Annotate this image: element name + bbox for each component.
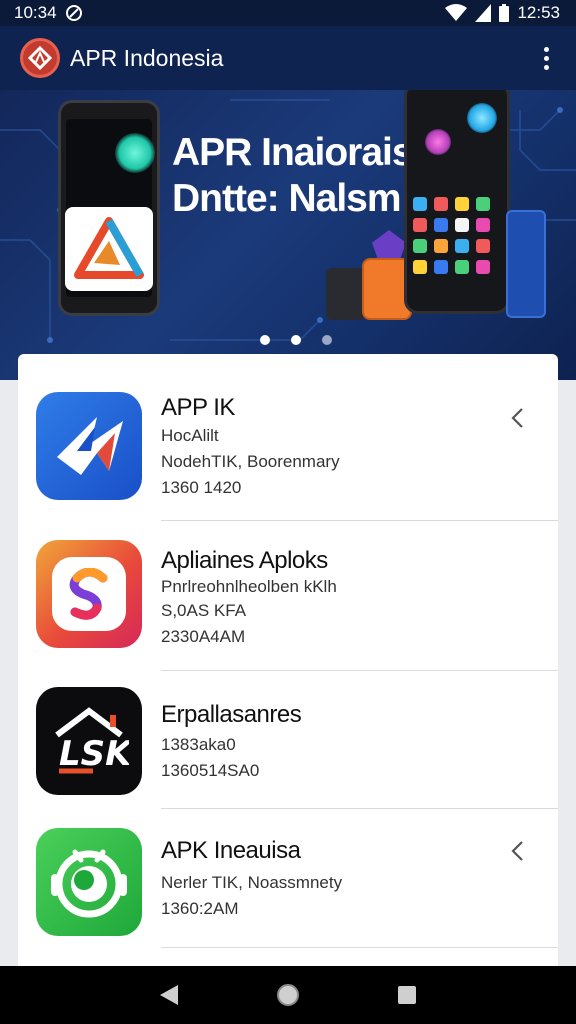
list-item[interactable]: APK Ineauisa Nerler TIK, Noassmnety 1360… — [18, 809, 558, 948]
home-button[interactable] — [273, 980, 303, 1010]
carousel-dot[interactable] — [260, 335, 270, 345]
app-detail-line1: HocAlilt — [161, 426, 219, 445]
overflow-dot — [543, 46, 549, 52]
app-detail-line3: 1360 1420 — [161, 478, 242, 497]
overflow-dot — [543, 64, 549, 70]
app-title: APR Indonesia — [70, 44, 224, 71]
status-time-right: 12:53 — [517, 3, 560, 22]
banner-headline-line1: APR Inaiorais — [172, 131, 414, 174]
banner-headline-line2: Dntte: Nalsm — [172, 177, 402, 220]
carousel-dot-active[interactable] — [291, 335, 301, 345]
app-detail-line1: Nerler TIK, Noassmnety — [161, 873, 343, 892]
app-detail-line2: S,0AS KFA — [161, 601, 247, 620]
green-robot-icon — [36, 828, 142, 936]
app-list: APP IK HocAlilt NodehTIK, Boorenmary 136… — [18, 354, 558, 966]
carousel-dot[interactable] — [322, 335, 332, 345]
chevron-left-icon[interactable] — [508, 406, 528, 430]
chevron-left-icon[interactable] — [508, 839, 528, 863]
app-name: Erpallasanres — [161, 701, 302, 728]
dark-house-icon: LSK — [36, 687, 142, 795]
phone-illustration-left — [58, 100, 160, 316]
back-triangle-icon — [160, 985, 179, 1005]
status-time-left: 10:34 — [14, 3, 57, 22]
overflow-menu-button[interactable] — [534, 38, 558, 78]
system-nav-bar — [0, 966, 576, 1024]
recents-button[interactable] — [392, 980, 422, 1010]
app-detail-line2: 1360:2AM — [161, 899, 239, 918]
blue-arrow-icon — [36, 392, 142, 500]
status-bar: 10:34 12:53 — [0, 0, 576, 26]
overflow-dot — [543, 55, 549, 61]
battery-icon — [499, 4, 510, 22]
wifi-icon — [445, 4, 468, 21]
carousel-indicator — [0, 335, 576, 345]
app-bar: APR Indonesia — [0, 26, 576, 90]
app-logo-card-icon — [65, 207, 153, 291]
sync-icon — [65, 5, 82, 21]
app-logo-icon — [20, 38, 60, 78]
svg-text:LSK: LSK — [59, 734, 129, 774]
app-detail-line3: 2330A4AM — [161, 627, 246, 646]
home-circle-icon — [276, 984, 299, 1006]
app-name: APK Ineauisa — [161, 837, 301, 864]
list-item[interactable]: LSK Erpallasanres 1383aka0 1360514SA0 — [18, 671, 558, 809]
banner-headline: APR Inaiorais Dntte: Nalsm — [172, 130, 414, 222]
recents-square-icon — [397, 986, 416, 1004]
back-button[interactable] — [154, 980, 184, 1010]
orange-s-icon — [36, 540, 142, 648]
phone-illustration-right — [404, 90, 510, 314]
app-detail-line2: 1360514SA0 — [161, 761, 260, 780]
app-name: Apliaines Aploks — [161, 547, 328, 574]
device-illustration — [326, 268, 366, 320]
app-detail-line2: NodehTIK, Boorenmary — [161, 452, 340, 471]
app-name: APP IK — [161, 394, 235, 421]
list-item[interactable]: Apliaines Aploks Pnrlreohnlheolben kKlh … — [18, 521, 558, 671]
app-detail-line1: 1383aka0 — [161, 735, 236, 754]
promo-banner[interactable]: APR Inaiorais Dntte: Nalsm — [0, 90, 576, 380]
signal-icon — [475, 4, 492, 22]
list-item[interactable]: APP IK HocAlilt NodehTIK, Boorenmary 136… — [18, 354, 558, 521]
divider — [161, 947, 558, 948]
app-detail-line1: Pnrlreohnlheolben kKlh — [161, 577, 337, 596]
phone-illustration-blue — [506, 210, 546, 318]
